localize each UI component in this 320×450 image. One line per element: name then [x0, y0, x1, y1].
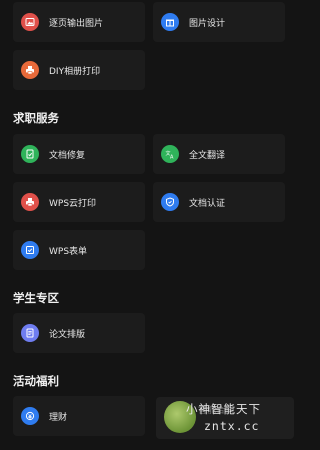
- gift-icon: [161, 13, 179, 31]
- card-full-translation[interactable]: 文A 全文翻译: [153, 134, 285, 174]
- translate-icon: 文A: [161, 145, 179, 163]
- watermark-overlay: 智能合同 小神智能天下 zntx.cc: [156, 397, 294, 439]
- printer-icon: [21, 61, 39, 79]
- form-icon: [21, 241, 39, 259]
- watermark-line2: zntx.cc: [204, 419, 260, 433]
- finance-icon: [21, 407, 39, 425]
- card-label: 理财: [49, 412, 68, 423]
- section-title-job-services: 求职服务: [13, 111, 59, 125]
- card-doc-repair[interactable]: 文档修复: [13, 134, 145, 174]
- card-thesis-layout[interactable]: 论文排版: [13, 313, 145, 353]
- image-icon: [21, 13, 39, 31]
- card-label: 图片设计: [189, 18, 226, 29]
- cloud-print-icon: [21, 193, 39, 211]
- card-wps-form[interactable]: WPS表单: [13, 230, 145, 270]
- shield-icon: [161, 193, 179, 211]
- card-label: 全文翻译: [189, 150, 226, 161]
- card-label: 逐页输出图片: [49, 18, 104, 29]
- card-image-design[interactable]: 图片设计: [153, 2, 285, 42]
- card-diy-album-print[interactable]: DIY相册打印: [13, 50, 145, 90]
- card-label: WPS云打印: [49, 198, 97, 209]
- app-page: 逐页输出图片 图片设计 DIY相册打印 求职服务 文档修复 文A 全文翻译 WP…: [0, 0, 298, 450]
- section-title-student-zone: 学生专区: [13, 291, 59, 305]
- card-page-export-images[interactable]: 逐页输出图片: [13, 2, 145, 42]
- doc-repair-icon: [21, 145, 39, 163]
- card-label: 论文排版: [49, 329, 86, 340]
- card-label: DIY相册打印: [49, 66, 101, 77]
- paper-layout-icon: [21, 324, 39, 342]
- card-label: 文档修复: [49, 150, 86, 161]
- section-title-event-benefits: 活动福利: [13, 374, 59, 388]
- svg-text:A: A: [170, 155, 174, 160]
- card-label: WPS表单: [49, 246, 88, 257]
- card-wps-cloud-print[interactable]: WPS云打印: [13, 182, 145, 222]
- watermark-line1: 小神智能天下: [186, 402, 261, 416]
- card-finance[interactable]: 理财: [13, 396, 145, 436]
- card-doc-certification[interactable]: 文档认证: [153, 182, 285, 222]
- card-label: 文档认证: [189, 198, 226, 209]
